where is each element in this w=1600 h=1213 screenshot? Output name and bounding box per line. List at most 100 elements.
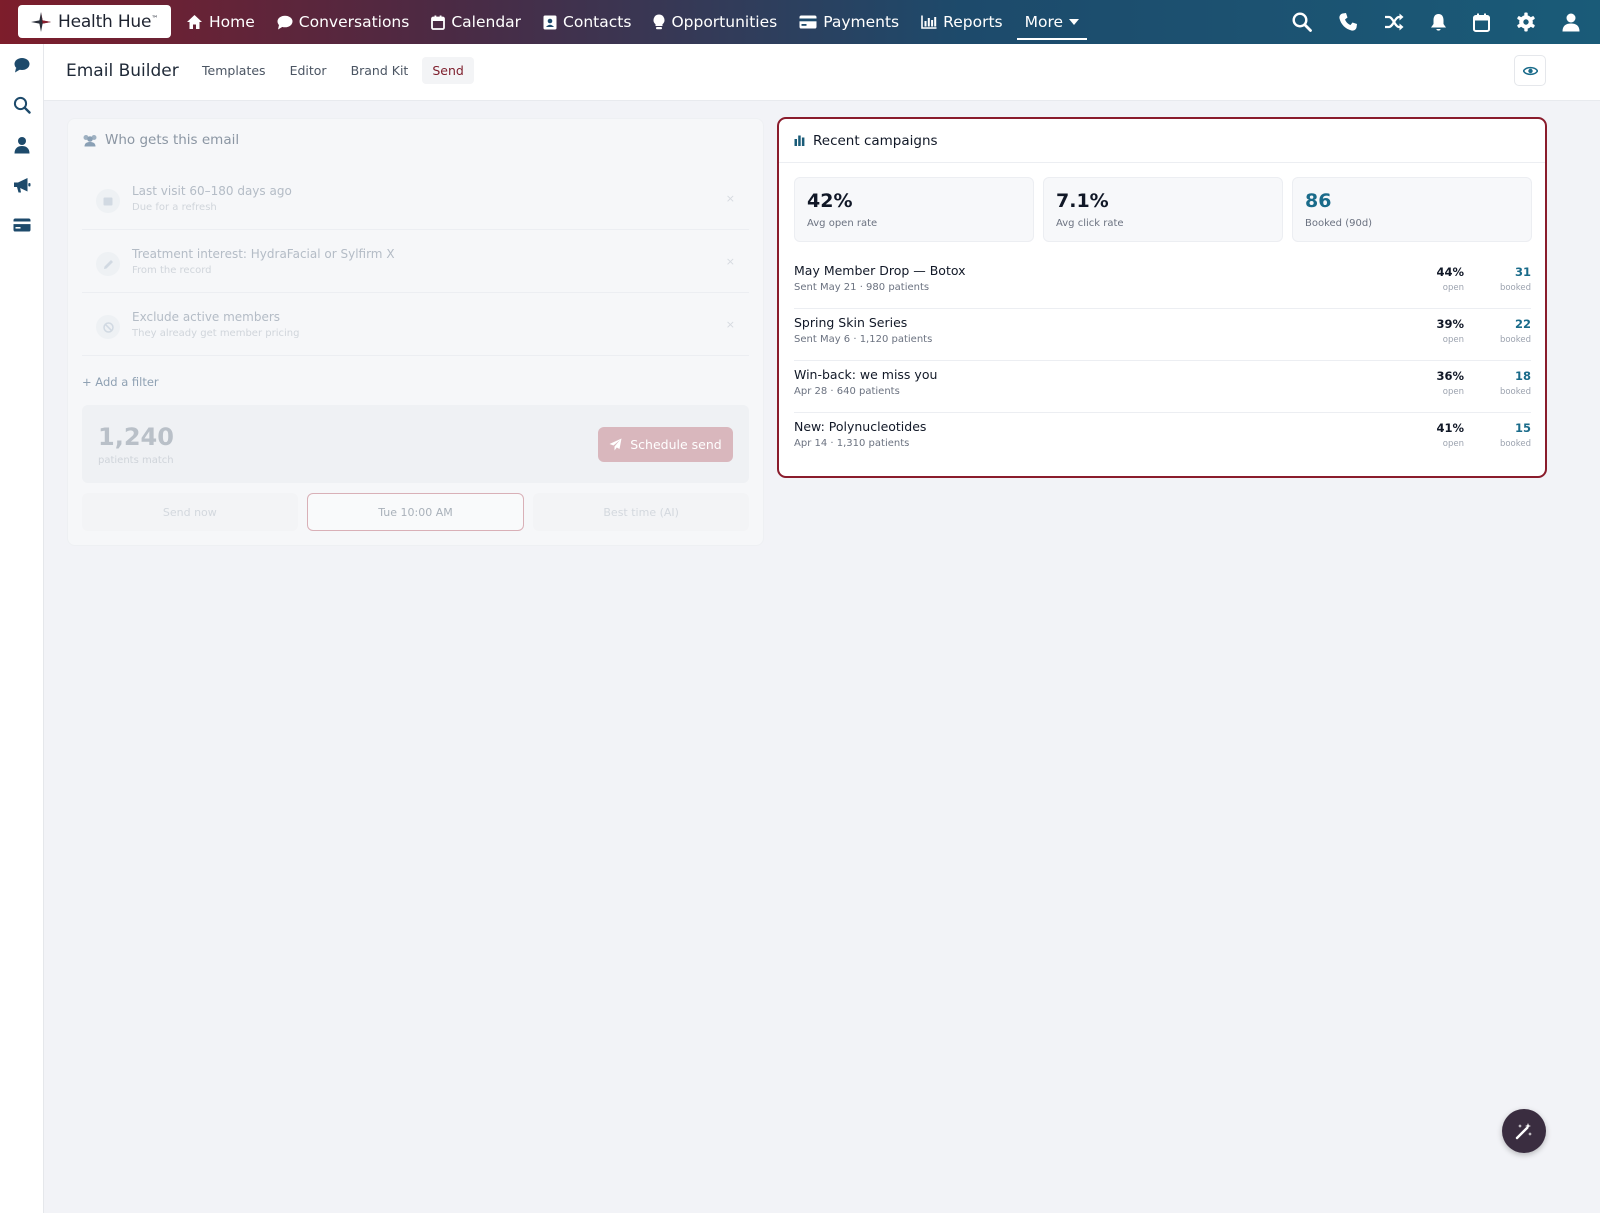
nav-conversations-label: Conversations: [298, 13, 410, 31]
credit-card-icon[interactable]: [13, 216, 31, 234]
nav-calendar-label: Calendar: [451, 13, 522, 31]
audience-panel: Who gets this email Last visit 60–180 da…: [67, 118, 764, 546]
campaign-row[interactable]: May Member Drop — Botox Sent May 21 · 98…: [794, 257, 1531, 309]
nav-reports-label: Reports: [943, 13, 1003, 31]
calendar-icon[interactable]: [1473, 13, 1490, 32]
nav-opportunities[interactable]: Opportunities: [653, 0, 777, 44]
bar-chart-icon: [794, 135, 805, 146]
search-icon[interactable]: [1292, 12, 1312, 32]
bell-icon[interactable]: [1430, 13, 1447, 32]
chat-icon[interactable]: [13, 56, 31, 74]
shuffle-icon[interactable]: [1384, 13, 1404, 31]
match-summary: 1,240 patients match Schedule send: [82, 405, 749, 483]
campaign-open-rate: 41%: [1436, 421, 1464, 435]
filter-description: Due for a refresh: [132, 202, 217, 213]
nav-calendar[interactable]: Calendar: [431, 0, 521, 44]
campaign-name: Spring Skin Series: [794, 315, 908, 330]
main-nav: Home Conversations Calendar Contacts Opp…: [186, 0, 1101, 44]
nav-reports[interactable]: Reports: [921, 0, 1003, 44]
user-icon[interactable]: [13, 136, 31, 154]
top-navigation: Health Hue™ Home Conversations Calendar …: [0, 0, 1600, 44]
nav-contacts-label: Contacts: [563, 13, 632, 31]
stat-label: Booked (90d): [1305, 218, 1373, 229]
stat-label: Avg click rate: [1056, 218, 1124, 229]
nav-more-label: More: [1024, 13, 1064, 31]
left-rail: [0, 44, 44, 1213]
recent-campaigns-panel: Recent campaigns 42% Avg open rate 7.1% …: [777, 117, 1547, 478]
timing-best-time[interactable]: Best time (AI): [533, 493, 750, 531]
filter-description: From the record: [132, 265, 212, 276]
nav-contacts[interactable]: Contacts: [543, 0, 631, 44]
brand-name: Health Hue™: [58, 11, 159, 32]
booked-label: booked: [1499, 335, 1531, 345]
contact-card-icon: [543, 15, 557, 29]
schedule-send-button[interactable]: Schedule send: [598, 427, 733, 462]
top-right-actions: [1292, 0, 1580, 44]
schedule-send-label: Schedule send: [630, 437, 722, 452]
add-filter-link[interactable]: + Add a filter: [82, 375, 159, 389]
booked-label: booked: [1499, 439, 1531, 449]
nav-opportunities-label: Opportunities: [671, 13, 778, 31]
filter-row[interactable]: Exclude active members They already get …: [82, 298, 749, 356]
preview-button[interactable]: [1514, 55, 1546, 86]
home-icon: [187, 15, 202, 29]
stat-card: 7.1% Avg click rate: [1043, 177, 1283, 242]
campaign-meta: Apr 14 · 1,310 patients: [794, 438, 910, 449]
stat-value: 42%: [807, 190, 853, 212]
campaign-booked: 22: [1514, 317, 1531, 331]
search-icon[interactable]: [13, 96, 31, 114]
filter-row[interactable]: Last visit 60–180 days ago Due for a ref…: [82, 172, 749, 230]
user-icon[interactable]: [1562, 13, 1580, 32]
caret-down-icon: [1069, 19, 1080, 25]
remove-filter-button[interactable]: ×: [726, 192, 735, 205]
stat-label: Avg open rate: [807, 218, 878, 229]
stat-card: 86 Booked (90d): [1292, 177, 1532, 242]
booked-label: booked: [1499, 387, 1531, 397]
tab-editor[interactable]: Editor: [280, 57, 337, 84]
phone-icon[interactable]: [1338, 12, 1358, 32]
tab-brand-kit[interactable]: Brand Kit: [341, 57, 419, 84]
filter-title: Exclude active members: [132, 310, 281, 324]
builder-header: Email Builder Templates Editor Brand Kit…: [44, 44, 1600, 101]
tab-templates[interactable]: Templates: [192, 57, 276, 84]
campaigns-heading-label: Recent campaigns: [813, 132, 938, 149]
filter-row[interactable]: Treatment interest: HydraFacial or Sylfi…: [82, 235, 749, 293]
page-title: Email Builder: [66, 61, 179, 81]
open-label: open: [1442, 439, 1464, 449]
campaign-open-rate: 36%: [1436, 369, 1464, 383]
pencil-icon: [96, 252, 120, 276]
nav-conversations[interactable]: Conversations: [277, 0, 410, 44]
open-label: open: [1442, 283, 1464, 293]
nav-payments[interactable]: Payments: [799, 0, 899, 44]
timing-send-now[interactable]: Send now: [82, 493, 298, 531]
booked-label: booked: [1499, 283, 1531, 293]
audience-heading: Who gets this email: [82, 132, 239, 148]
timing-scheduled[interactable]: Tue 10:00 AM: [306, 493, 525, 531]
eye-icon: [1522, 66, 1538, 75]
campaign-row[interactable]: Win-back: we miss you Apr 28 · 640 patie…: [794, 361, 1531, 413]
magic-wand-icon: [1515, 1123, 1532, 1140]
campaign-row[interactable]: Spring Skin Series Sent May 6 · 1,120 pa…: [794, 309, 1531, 361]
megaphone-icon[interactable]: [13, 176, 31, 194]
brand-logo[interactable]: Health Hue™: [18, 5, 171, 38]
campaign-row[interactable]: New: Polynucleotides Apr 14 · 1,310 pati…: [794, 413, 1531, 465]
remove-filter-button[interactable]: ×: [726, 255, 735, 268]
nav-home[interactable]: Home: [186, 0, 255, 44]
lightbulb-icon: [653, 14, 665, 30]
ai-assist-button[interactable]: [1502, 1109, 1546, 1153]
campaign-booked: 18: [1514, 369, 1531, 383]
ban-icon: [96, 315, 120, 339]
builder-tabs: Templates Editor Brand Kit Send: [192, 57, 474, 84]
gear-icon[interactable]: [1516, 12, 1536, 32]
campaign-meta: Sent May 6 · 1,120 patients: [794, 334, 933, 345]
filter-title: Last visit 60–180 days ago: [132, 184, 292, 198]
tab-send[interactable]: Send: [422, 57, 474, 84]
remove-filter-button[interactable]: ×: [726, 318, 735, 331]
filter-title: Treatment interest: HydraFacial or Sylfi…: [132, 247, 395, 261]
campaign-meta: Sent May 21 · 980 patients: [794, 282, 930, 293]
filter-description: They already get member pricing: [132, 328, 300, 339]
nav-more[interactable]: More: [1016, 0, 1088, 44]
calendar-icon: [96, 189, 120, 213]
campaign-open-rate: 44%: [1436, 265, 1464, 279]
calendar-icon: [431, 15, 446, 30]
